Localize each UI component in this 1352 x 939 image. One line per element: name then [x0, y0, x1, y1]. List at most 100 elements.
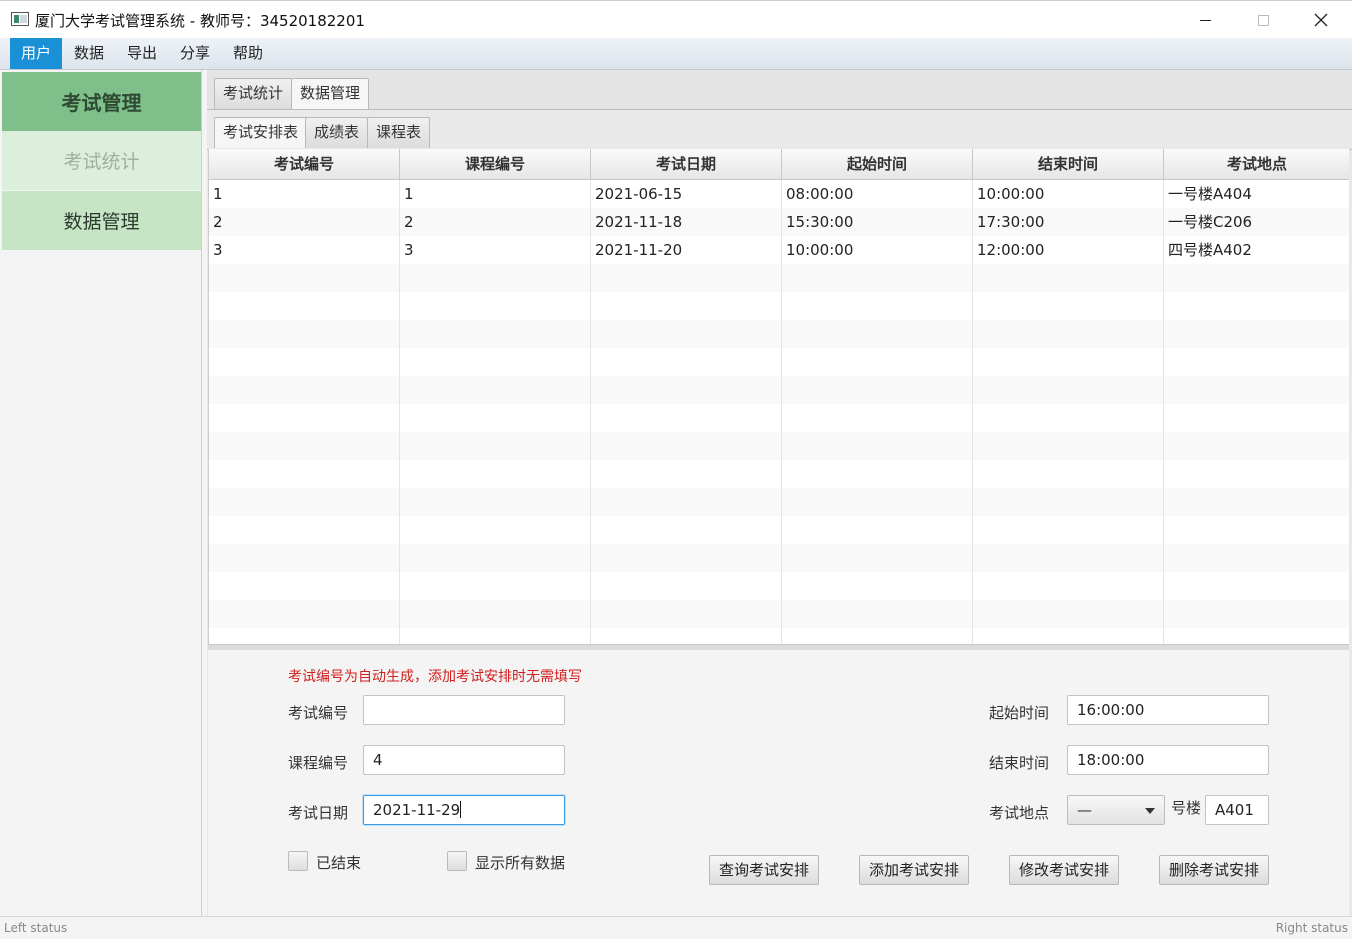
table-row-empty[interactable]: [209, 404, 1349, 432]
sidebar-header[interactable]: 考试管理: [2, 72, 201, 131]
table-row-empty[interactable]: [209, 600, 1349, 628]
table-cell: [782, 320, 973, 348]
column-header-exam-date[interactable]: 考试日期: [591, 149, 782, 180]
modify-exam-button[interactable]: 修改考试安排: [1009, 855, 1119, 885]
minimize-icon: [1199, 19, 1211, 21]
table-cell: [591, 264, 782, 292]
table-row-empty[interactable]: [209, 460, 1349, 488]
table-cell: [209, 376, 400, 404]
table-row-empty[interactable]: [209, 264, 1349, 292]
menu-help[interactable]: 帮助: [222, 38, 274, 69]
table-row-empty[interactable]: [209, 376, 1349, 404]
table-cell: [209, 488, 400, 516]
column-header-course-id[interactable]: 课程编号: [400, 149, 591, 180]
table-row-empty[interactable]: [209, 544, 1349, 572]
table-cell: 15:30:00: [782, 208, 973, 236]
building-select[interactable]: —: [1067, 795, 1165, 825]
table-cell: [1164, 264, 1349, 292]
table-cell: [400, 264, 591, 292]
table-cell: [209, 292, 400, 320]
table-cell: [209, 572, 400, 600]
table-row-empty[interactable]: [209, 488, 1349, 516]
column-header-end-time[interactable]: 结束时间: [973, 149, 1164, 180]
maximize-icon: [1257, 14, 1269, 26]
table-cell: [782, 404, 973, 432]
exam-form: 考试编号为自动生成，添加考试安排时无需填写 考试编号 课程编号 4 考试日期 2…: [208, 650, 1349, 916]
app-icon: [11, 12, 29, 26]
tab-grades[interactable]: 成绩表: [305, 117, 369, 148]
table-row-empty[interactable]: [209, 628, 1349, 644]
table-cell: [782, 264, 973, 292]
exam-date-field[interactable]: 2021-11-29: [363, 795, 565, 825]
column-header-start-time[interactable]: 起始时间: [782, 149, 973, 180]
tab-exam-stats[interactable]: 考试统计: [214, 78, 293, 109]
menu-share[interactable]: 分享: [169, 38, 221, 69]
form-hint: 考试编号为自动生成，添加考试安排时无需填写: [288, 669, 582, 685]
end-time-field[interactable]: 18:00:00: [1067, 745, 1269, 775]
sidebar-item-exam-stats[interactable]: 考试统计: [2, 131, 201, 190]
menu-data[interactable]: 数据: [63, 38, 115, 69]
minimize-button[interactable]: [1176, 1, 1234, 39]
table-cell: [782, 572, 973, 600]
table-cell: [591, 544, 782, 572]
table-row-empty[interactable]: [209, 516, 1349, 544]
exam-id-field[interactable]: [363, 695, 565, 725]
table-cell: 一号楼A404: [1168, 185, 1252, 203]
menu-bar: 用户 数据 导出 分享 帮助: [0, 38, 1352, 70]
table-cell: [1164, 292, 1349, 320]
table-cell: [400, 628, 591, 644]
table-row-empty[interactable]: [209, 320, 1349, 348]
table-cell: 17:30:00: [973, 208, 1164, 236]
table-cell: [591, 628, 782, 644]
show-all-checkbox[interactable]: [447, 851, 467, 871]
table-cell: [591, 516, 782, 544]
exam-id-label: 考试编号: [288, 704, 349, 722]
tab-data-management[interactable]: 数据管理: [291, 78, 370, 109]
close-button[interactable]: [1292, 1, 1350, 39]
exam-schedule-table[interactable]: 考试编号 课程编号 考试日期 起始时间 结束时间 考试地点 1 1 2021-06-…: [208, 149, 1349, 644]
table-row-empty[interactable]: [209, 292, 1349, 320]
finished-label: 已结束: [316, 854, 362, 872]
table-cell: [973, 264, 1164, 292]
table-cell: 1: [209, 180, 400, 208]
table-row[interactable]: 3 3 2021-11-20 10:00:00 12:00:00 四号楼A402: [209, 236, 1349, 264]
table-cell: 08:00:00: [782, 180, 973, 208]
table-cell: [1164, 628, 1349, 644]
table-cell: [591, 600, 782, 628]
sub-tab-bar: 考试安排表 成绩表 课程表: [207, 110, 1352, 150]
sidebar-item-data-management[interactable]: 数据管理: [2, 191, 201, 250]
table-cell: 1: [400, 180, 591, 208]
table-cell: [400, 572, 591, 600]
maximize-button[interactable]: [1234, 1, 1292, 39]
table-row-empty[interactable]: [209, 572, 1349, 600]
room-field[interactable]: A401: [1205, 795, 1269, 825]
table-cell: [400, 516, 591, 544]
chevron-down-icon: [1145, 808, 1155, 814]
table-row[interactable]: 2 2 2021-11-18 15:30:00 17:30:00 一号楼C206: [209, 208, 1349, 236]
table-cell: 10:00:00: [973, 180, 1164, 208]
table-cell: [209, 628, 400, 644]
start-time-field[interactable]: 16:00:00: [1067, 695, 1269, 725]
table-cell: [1164, 488, 1349, 516]
table-cell: [209, 600, 400, 628]
add-exam-button[interactable]: 添加考试安排: [859, 855, 969, 885]
table-row-empty[interactable]: [209, 348, 1349, 376]
query-exam-button[interactable]: 查询考试安排: [709, 855, 819, 885]
column-header-location[interactable]: 考试地点: [1164, 149, 1349, 180]
table-row-empty[interactable]: [209, 432, 1349, 460]
table-cell: [782, 628, 973, 644]
table-cell: [1164, 404, 1349, 432]
finished-checkbox[interactable]: [288, 851, 308, 871]
delete-exam-button[interactable]: 删除考试安排: [1159, 855, 1269, 885]
table-cell: [209, 320, 400, 348]
column-header-exam-id[interactable]: 考试编号: [209, 149, 400, 180]
tab-exam-schedule[interactable]: 考试安排表: [214, 117, 308, 148]
table-cell: [782, 432, 973, 460]
menu-export[interactable]: 导出: [116, 38, 168, 69]
course-id-field[interactable]: 4: [363, 745, 565, 775]
tab-courses[interactable]: 课程表: [367, 117, 431, 148]
menu-user[interactable]: 用户: [10, 38, 63, 69]
table-row[interactable]: 1 1 2021-06-15 08:00:00 10:00:00 一号楼A404: [209, 180, 1349, 208]
table-cell: 2021-06-15: [591, 180, 782, 208]
table-cell: [782, 292, 973, 320]
